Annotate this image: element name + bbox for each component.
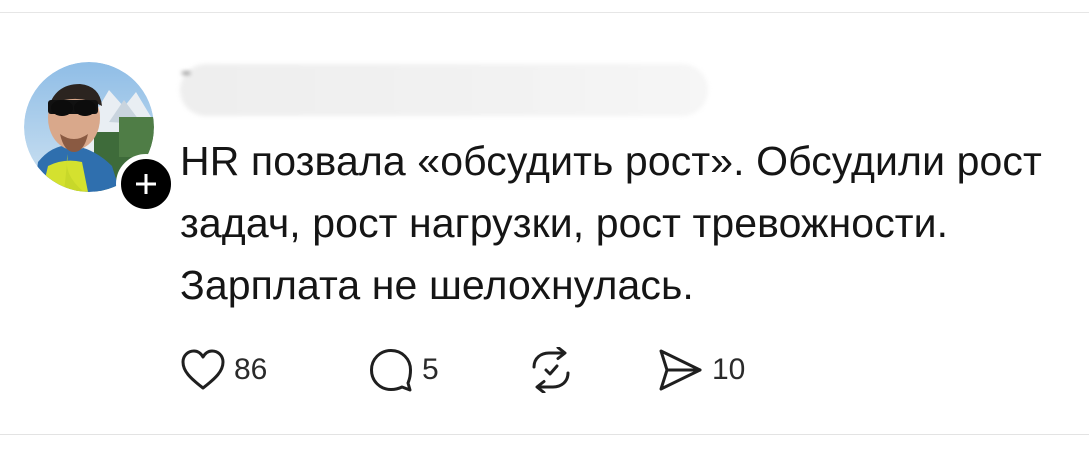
share-count: 10 — [712, 353, 746, 386]
repost-icon — [532, 347, 570, 393]
share-button[interactable]: 10 — [656, 344, 745, 396]
like-count: 86 — [234, 353, 268, 386]
action-bar: 86 5 10 — [180, 344, 820, 396]
follow-button[interactable] — [116, 154, 176, 214]
like-button[interactable]: 86 — [180, 344, 267, 396]
reply-count: 5 — [422, 353, 439, 386]
post-text: HR позвала «обсудить рост». Обсудили рос… — [180, 138, 1042, 308]
blurred-username — [180, 64, 708, 116]
bottom-divider — [0, 434, 1089, 435]
plus-icon — [136, 174, 156, 194]
reply-button[interactable]: 5 — [368, 344, 439, 396]
send-icon — [659, 349, 702, 391]
heart-icon — [181, 349, 225, 390]
post-card: HR позвала «обсудить рост». Обсудили рос… — [0, 0, 1089, 476]
repost-button[interactable] — [528, 344, 582, 396]
comment-icon — [370, 349, 412, 392]
author-avatar-container[interactable] — [24, 62, 176, 214]
top-divider — [0, 12, 1089, 13]
